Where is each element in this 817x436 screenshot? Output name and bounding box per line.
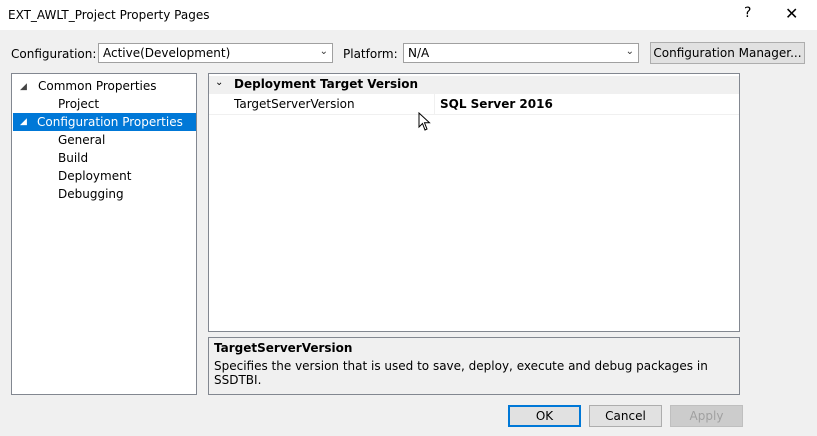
tree-item-debugging[interactable]: Debugging (56, 185, 126, 203)
configuration-value: Active(Development) (103, 46, 231, 60)
property-grid[interactable]: ⌄ Deployment Target Version TargetServer… (208, 73, 740, 332)
mouse-cursor-icon (418, 112, 431, 131)
tree-item-configuration-properties: Configuration Properties (37, 115, 183, 129)
apply-button[interactable]: Apply (670, 405, 743, 427)
description-panel: TargetServerVersion Specifies the versio… (208, 337, 740, 395)
property-row[interactable]: TargetServerVersion SQL Server 2016 (209, 94, 739, 115)
platform-value: N/A (408, 46, 430, 60)
cancel-button[interactable]: Cancel (589, 405, 662, 427)
category-row[interactable]: ⌄ Deployment Target Version (209, 76, 739, 94)
tree-item-general[interactable]: General (56, 131, 107, 149)
configuration-dropdown[interactable]: Active(Development) ⌄ (98, 43, 333, 63)
ok-button[interactable]: OK (508, 405, 581, 427)
category-label: Deployment Target Version (234, 77, 418, 91)
tree-item-configuration-properties-row[interactable]: ◢ Configuration Properties (13, 113, 196, 131)
tree-item-deployment[interactable]: Deployment (56, 167, 133, 185)
window-title: EXT_AWLT_Project Property Pages (8, 8, 210, 22)
platform-dropdown[interactable]: N/A ⌄ (403, 43, 639, 63)
description-text: Specifies the version that is used to sa… (214, 359, 708, 387)
tree-item-common-properties[interactable]: Common Properties (36, 77, 159, 95)
configuration-manager-button[interactable]: Configuration Manager... (650, 42, 805, 64)
property-name: TargetServerVersion (234, 97, 355, 111)
help-icon[interactable]: ? (744, 5, 751, 21)
chevron-down-icon: ⌄ (319, 46, 328, 57)
expand-triangle-icon[interactable]: ◢ (20, 82, 27, 92)
platform-label: Platform: (343, 47, 398, 61)
chevron-down-icon[interactable]: ⌄ (215, 77, 223, 88)
tree-item-project[interactable]: Project (56, 95, 101, 113)
expand-triangle-icon[interactable]: ◢ (20, 113, 27, 131)
description-title: TargetServerVersion (214, 341, 353, 355)
tree-item-build[interactable]: Build (56, 149, 90, 167)
property-value[interactable]: SQL Server 2016 (440, 97, 553, 111)
column-divider (434, 94, 435, 114)
property-tree[interactable]: ◢ Common Properties Project ◢ Configurat… (11, 73, 197, 395)
title-bar: EXT_AWLT_Project Property Pages ? ✕ (0, 0, 817, 30)
chevron-down-icon: ⌄ (625, 46, 634, 57)
close-icon[interactable]: ✕ (785, 4, 798, 23)
configuration-label: Configuration: (11, 47, 97, 61)
